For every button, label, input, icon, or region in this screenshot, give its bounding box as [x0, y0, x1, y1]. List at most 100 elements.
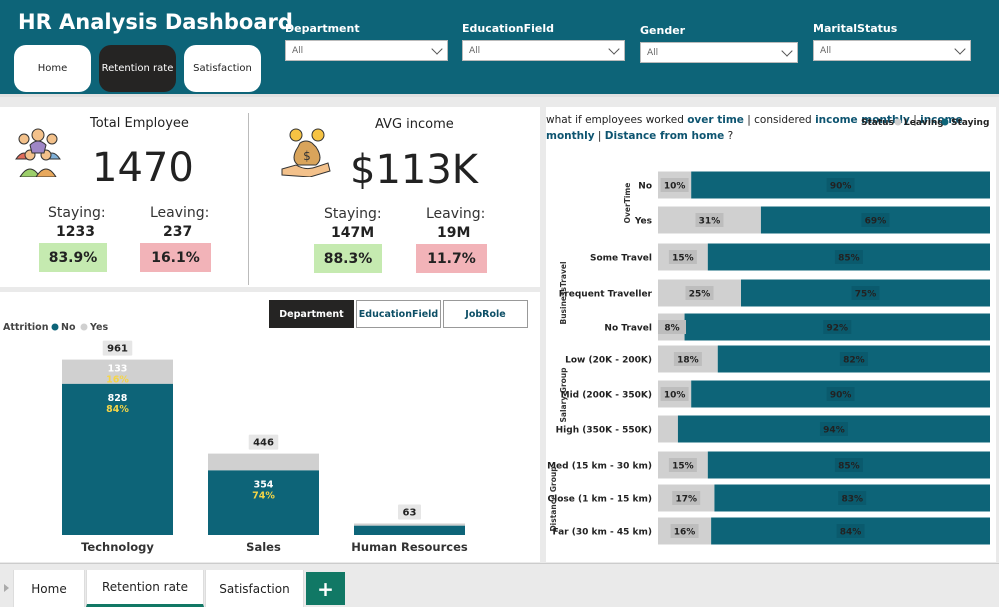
legend-label-yes: Yes — [89, 322, 108, 333]
page-tab-label: Home — [31, 581, 67, 596]
leaving-label: 10% — [664, 391, 686, 401]
row-label: Close (1 km - 15 km) — [548, 495, 652, 505]
leaving-label: 25% — [689, 290, 711, 300]
employee-staying-value: 1233 — [56, 224, 95, 240]
filter-educationfield: EducationField All — [462, 22, 625, 61]
filter-gender: Gender All — [640, 22, 798, 63]
income-staying-label: Staying: — [324, 206, 382, 222]
chevron-down-icon — [431, 42, 443, 55]
chart-title-part: what if employees worked — [546, 114, 687, 126]
staying-label: 94% — [823, 426, 845, 436]
add-page-button[interactable]: + — [306, 572, 345, 605]
staying-label: 75% — [855, 290, 877, 300]
nav-button-satisfaction[interactable]: Satisfaction — [184, 45, 261, 92]
dropdown-value: All — [292, 45, 304, 56]
page-tab-home[interactable]: Home — [13, 570, 85, 607]
header-bar: HR Analysis Dashboard Home Retention rat… — [0, 0, 999, 97]
leaving-label: 8% — [664, 324, 679, 334]
category-label: Sales — [246, 540, 281, 554]
row-label: No — [638, 182, 652, 192]
svg-text:$: $ — [303, 149, 311, 163]
income-leaving-pct: 11.7% — [416, 244, 487, 273]
row-label: Med (15 km - 30 km) — [547, 462, 652, 472]
page-tab-satisfaction[interactable]: Satisfaction — [205, 570, 304, 607]
staying-label: 90% — [830, 391, 852, 401]
bar-yes — [354, 523, 465, 526]
employee-staying-label: Staying: — [48, 205, 106, 221]
total-label: 446 — [253, 438, 274, 449]
filter-label: MaritalStatus — [813, 22, 898, 35]
chart-title-part: ? — [724, 130, 733, 142]
category-label: Human Resources — [351, 540, 468, 554]
page-tab-retention-rate[interactable]: Retention rate — [86, 570, 204, 607]
legend-label-leaving: Leaving — [904, 118, 944, 128]
nav-label: Satisfaction — [193, 63, 252, 74]
legend-title: Attrition — [3, 322, 49, 333]
filter-label: Gender — [640, 24, 686, 37]
filter-label: Department — [285, 22, 360, 35]
bar-no-pct: 74% — [252, 490, 275, 501]
bar-yes-pct: 16% — [106, 375, 129, 386]
staying-label: 90% — [830, 182, 852, 192]
employee-leaving-pct: 16.1% — [140, 243, 211, 272]
legend-marker-no — [51, 323, 59, 331]
educationfield-dropdown[interactable]: All — [462, 40, 625, 61]
staying-label: 82% — [843, 356, 865, 366]
row-label: Mid (200K - 350K) — [561, 391, 652, 401]
employees-icon — [15, 128, 61, 177]
staying-label: 85% — [838, 254, 860, 264]
nav-button-home[interactable]: Home — [14, 45, 91, 92]
row-label: Some Travel — [590, 254, 652, 264]
scroll-left-icon[interactable] — [4, 584, 9, 592]
row-label: Low (20K - 200K) — [565, 356, 652, 366]
chart-title-part: | — [595, 130, 605, 142]
avg-income-title: AVG income — [375, 117, 454, 132]
leaving-label: 16% — [674, 528, 696, 538]
staying-label: 92% — [827, 324, 849, 334]
category-label: Technology — [81, 540, 154, 554]
group-axis-label: OverTime — [623, 183, 632, 224]
kpi-divider — [248, 113, 249, 285]
row-label: Frequent Traveller — [559, 290, 653, 300]
income-leaving-label: Leaving: — [426, 206, 486, 222]
nav-label: Home — [37, 63, 68, 74]
leaving-label: 15% — [672, 254, 694, 264]
page-tab-label: Retention rate — [101, 580, 189, 594]
legend-marker-staying — [941, 118, 949, 126]
leaving-label: 17% — [675, 495, 697, 505]
bar-leaving — [658, 415, 678, 443]
legend-title: Status — [861, 118, 894, 128]
maritalstatus-dropdown[interactable]: All — [813, 40, 971, 61]
staying-label: 85% — [838, 462, 860, 472]
department-dropdown[interactable]: All — [285, 40, 448, 61]
avg-income-value: $113K — [350, 147, 479, 193]
chart-title-part: monthly — [546, 130, 595, 142]
bar-yes — [208, 453, 319, 471]
legend-label-staying: Staying — [951, 118, 989, 128]
chart-title-part: Distance from home — [605, 130, 724, 142]
row-label: Yes — [634, 217, 652, 227]
filter-department: Department All — [285, 22, 448, 61]
bar-no-value: 354 — [254, 479, 274, 490]
filter-maritalstatus: MaritalStatus All — [813, 22, 971, 61]
employee-leaving-value: 237 — [163, 224, 193, 240]
chevron-down-icon — [781, 44, 793, 57]
leaving-label: 10% — [664, 182, 686, 192]
total-label: 961 — [107, 344, 128, 355]
employee-staying-pct: 83.9% — [39, 243, 107, 272]
legend-marker-yes — [80, 323, 88, 331]
total-employee-title: Total Employee — [90, 116, 189, 131]
chart-title-part: over time — [687, 114, 744, 126]
nav-button-retention-rate[interactable]: Retention rate — [99, 45, 176, 92]
dropdown-value: All — [469, 45, 481, 56]
legend-label-no: No — [61, 322, 76, 333]
legend-marker-leaving — [894, 118, 902, 126]
bar-no-value: 828 — [108, 393, 128, 404]
dropdown-value: All — [647, 47, 659, 58]
staying-label: 83% — [841, 495, 863, 505]
nav-label: Retention rate — [101, 63, 174, 74]
income-staying-pct: 88.3% — [314, 244, 382, 273]
gender-dropdown[interactable]: All — [640, 42, 798, 63]
bar-no-pct: 84% — [106, 404, 129, 415]
staying-label: 69% — [865, 217, 887, 227]
